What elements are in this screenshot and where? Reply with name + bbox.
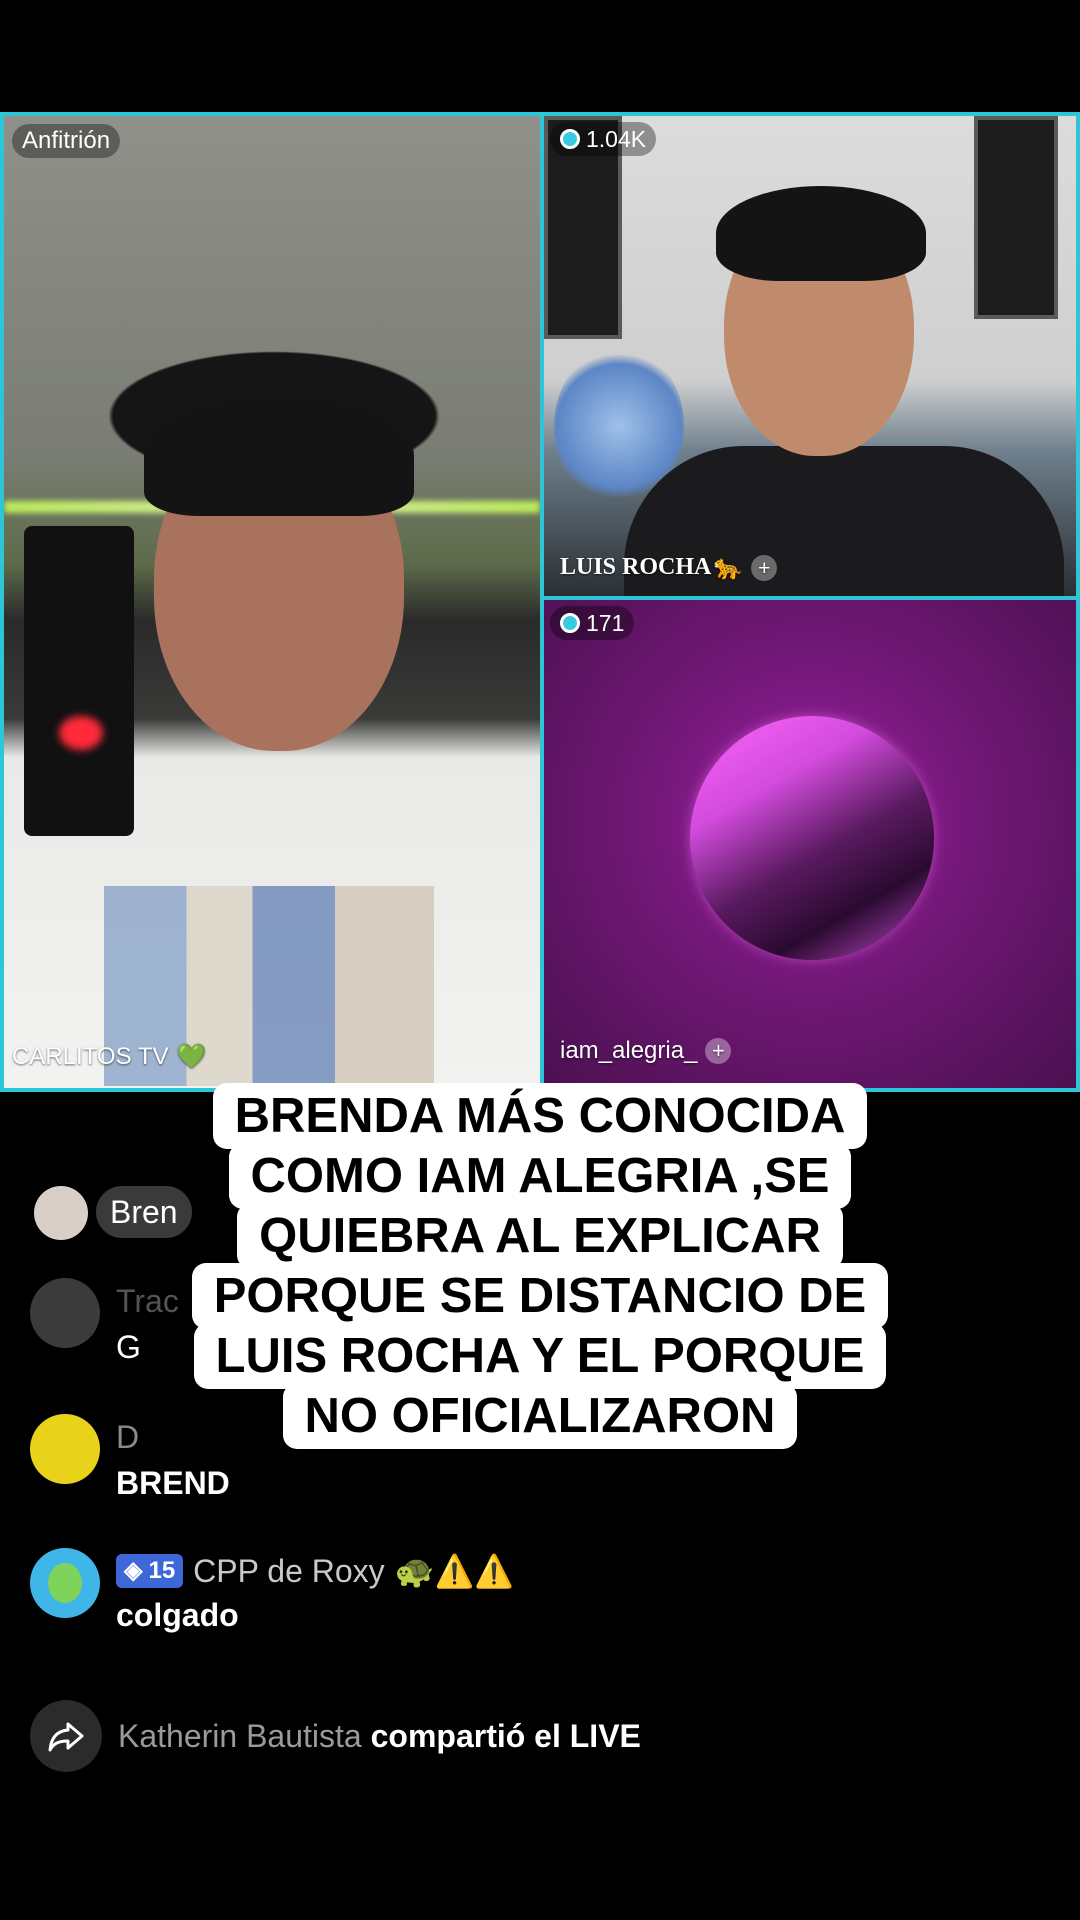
green-heart-icon: 💚 (176, 1043, 207, 1070)
avatar (30, 1548, 100, 1618)
speaker (24, 526, 134, 836)
guest1-name: LUIS ROCHA (560, 554, 712, 580)
caption-line: NO OFICIALIZARON (282, 1383, 798, 1449)
share-icon (30, 1700, 102, 1772)
share-user: Katherin Bautista (118, 1718, 362, 1754)
caption-line: PORQUE SE DISTANCIO DE (191, 1263, 889, 1329)
avatar (34, 1186, 88, 1240)
guest1-video-tile[interactable]: 1.04K LUIS ROCHA 🐆 + (544, 116, 1076, 596)
caption-overlay: BRENDA MÁS CONOCIDA COMO IAM ALEGRIA ,SE… (140, 1083, 940, 1449)
caption-line: BRENDA MÁS CONOCIDA (212, 1083, 868, 1149)
host-video-tile[interactable]: Anfitrión CARLITOS TV 💚 (4, 116, 540, 1088)
leopard-icon: 🐆 (713, 555, 744, 581)
add-guest2-button[interactable]: + (705, 1038, 732, 1064)
diamond-icon: ◈ (124, 1557, 143, 1584)
guest2-video-tile[interactable]: 171 iam_alegria_ + (544, 600, 1076, 1088)
level-value: 15 (148, 1557, 176, 1584)
avatar (30, 1278, 100, 1348)
guest2-viewer-count: 171 (550, 606, 635, 640)
viewers-icon (560, 129, 580, 149)
caption-line: COMO IAM ALEGRIA ,SE (228, 1143, 852, 1209)
host-name-label[interactable]: CARLITOS TV 💚 (12, 1042, 206, 1071)
comment-text: BREND (116, 1465, 230, 1501)
guest2-name-label[interactable]: iam_alegria_ + (560, 1037, 732, 1065)
share-action: compartió el LIVE (370, 1718, 641, 1754)
host-badge: Anfitrión (12, 124, 121, 158)
guest2-avatar (690, 716, 934, 960)
level-badge: ◈ 15 (116, 1554, 184, 1588)
comment-item: ◈ 15 CPP de Roxy 🐢⚠️⚠️ colgado (30, 1548, 514, 1638)
guest1-name-label[interactable]: LUIS ROCHA 🐆 + (560, 553, 778, 582)
comment-user: CPP de Roxy (193, 1553, 385, 1589)
guest2-name: iam_alegria_ (560, 1037, 698, 1064)
comment-text: colgado (116, 1597, 239, 1633)
host-name: CARLITOS TV (12, 1042, 169, 1070)
guest1-hair (716, 186, 926, 281)
guest2-viewers-value: 171 (586, 610, 625, 636)
live-grid: Anfitrión CARLITOS TV 💚 1.04K LUIS ROCHA… (0, 112, 1080, 1092)
guest1-viewer-count: 1.04K (550, 122, 657, 156)
avatar (30, 1414, 100, 1484)
viewers-icon (560, 613, 580, 633)
caption-line: LUIS ROCHA Y EL PORQUE (193, 1323, 887, 1389)
guest1-viewers-value: 1.04K (586, 126, 647, 152)
caption-line: QUIEBRA AL EXPLICAR (237, 1203, 843, 1269)
host-hair (144, 396, 414, 516)
host-badge-label: Anfitrión (22, 127, 111, 154)
share-notification: Katherin Bautista compartió el LIVE (30, 1700, 641, 1772)
photo-frame (974, 116, 1058, 319)
turtle-avatar-icon (48, 1563, 82, 1603)
add-guest1-button[interactable]: + (751, 554, 778, 581)
turtle-warning-icons: 🐢⚠️⚠️ (394, 1553, 515, 1589)
